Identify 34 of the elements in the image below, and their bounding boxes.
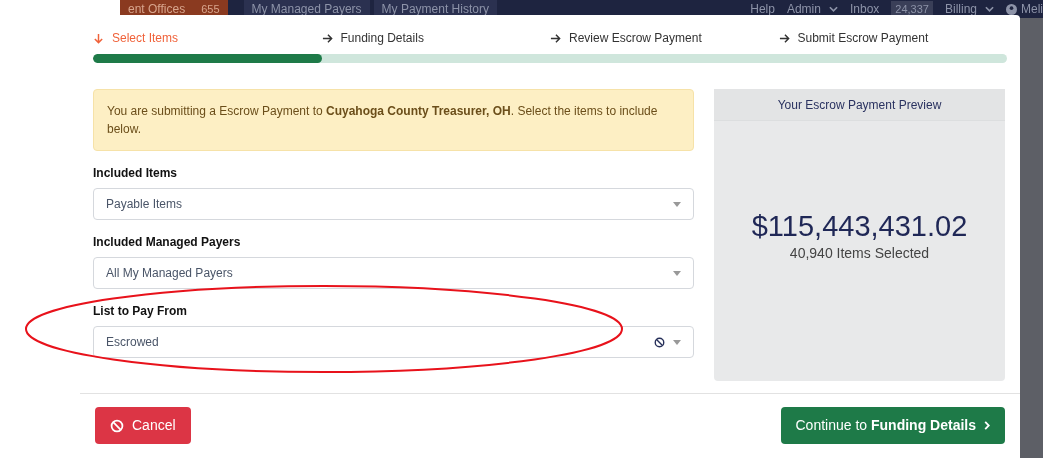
notice-banner: You are submitting a Escrow Payment to Cuyahoga County Treasurer, OH. Select the items to include below. bbox=[93, 89, 694, 151]
ban-icon bbox=[654, 336, 665, 348]
continue-button[interactable]: Continue to Funding Details bbox=[780, 407, 1005, 444]
wizard-step[interactable]: Select Items bbox=[93, 29, 322, 47]
arrow-right-icon bbox=[550, 32, 561, 44]
ban-icon bbox=[110, 418, 124, 433]
field-label: Included Managed Payers bbox=[93, 234, 242, 251]
caret-down-icon bbox=[673, 270, 681, 276]
wizard-step[interactable]: Submit Escrow Payment bbox=[778, 29, 1007, 47]
wizard-step[interactable]: Funding Details bbox=[321, 29, 550, 47]
cancel-button[interactable]: Cancel bbox=[95, 407, 191, 444]
chevron-down-icon bbox=[828, 6, 838, 12]
caret-down-icon bbox=[673, 339, 681, 345]
payment-amount: $115,443,431.02 bbox=[751, 208, 968, 243]
field-label: List to Pay From bbox=[93, 303, 188, 320]
wizard-step[interactable]: Review Escrow Payment bbox=[550, 29, 779, 47]
nav-dropdown[interactable]: Admin bbox=[786, 0, 838, 18]
select-field[interactable]: Escrowed bbox=[93, 326, 694, 358]
field-label: Included Items bbox=[93, 165, 179, 182]
preview-title: Your Escrow Payment Preview bbox=[714, 89, 1005, 121]
user-icon bbox=[1006, 3, 1017, 15]
items-selected-count: 40,940 Items Selected bbox=[789, 243, 930, 263]
chevron-right-icon bbox=[984, 421, 990, 430]
arrow-right-icon bbox=[778, 32, 790, 44]
select-field[interactable]: Payable Items bbox=[93, 188, 694, 220]
nav-link[interactable]: Inbox bbox=[849, 0, 880, 18]
chevron-down-icon bbox=[985, 6, 994, 12]
user-menu[interactable]: Meli bbox=[1006, 0, 1043, 18]
arrow-right-icon bbox=[321, 32, 333, 44]
select-field[interactable]: All My Managed Payers bbox=[93, 257, 694, 289]
caret-down-icon bbox=[673, 201, 681, 207]
arrow-down-icon bbox=[93, 32, 104, 44]
nav-link[interactable]: Help bbox=[750, 0, 775, 18]
nav-dropdown[interactable]: Billing bbox=[944, 0, 994, 18]
